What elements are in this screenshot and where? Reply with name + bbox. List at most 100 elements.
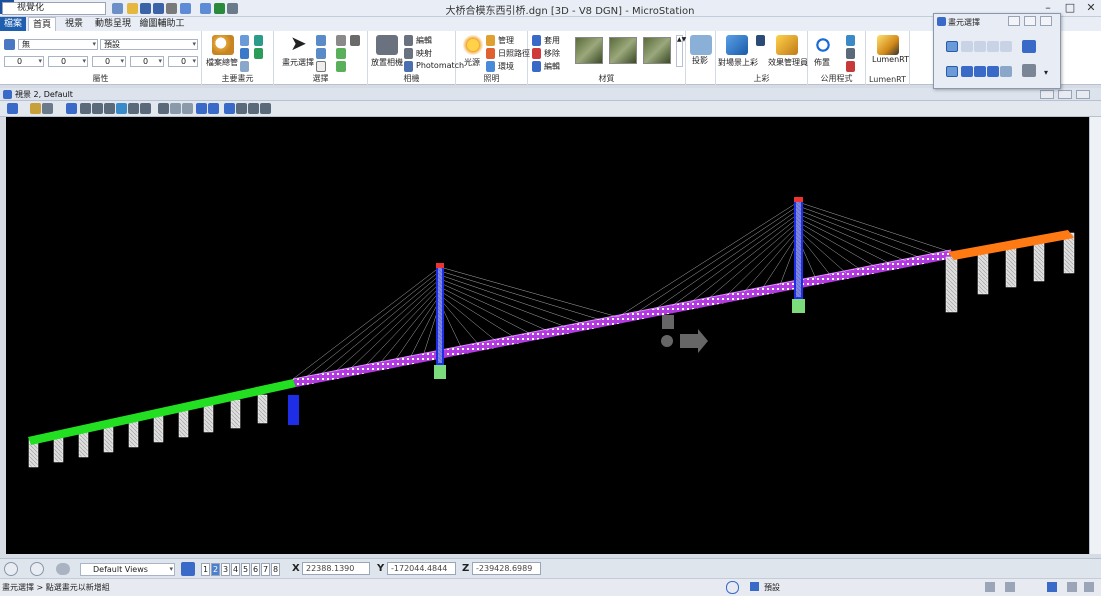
references-icon[interactable] xyxy=(254,48,263,59)
close-button[interactable]: ✕ xyxy=(1080,0,1101,16)
transparency-combo[interactable]: 0 xyxy=(130,56,164,67)
select-mode-add-icon[interactable] xyxy=(961,66,973,77)
selection-options-icon[interactable] xyxy=(1022,64,1036,77)
material-remove-icon[interactable] xyxy=(532,48,541,59)
select-line-icon[interactable] xyxy=(1000,41,1012,52)
redo-icon[interactable] xyxy=(200,3,211,14)
pin-icon[interactable] xyxy=(214,3,225,14)
render-settings-icon[interactable] xyxy=(756,35,765,46)
clip-mask-icon[interactable] xyxy=(236,103,247,114)
levels-icon[interactable] xyxy=(240,48,249,59)
cut-icon[interactable] xyxy=(350,35,360,46)
line-weight-combo[interactable]: 0 xyxy=(92,56,126,67)
group-icon[interactable] xyxy=(336,48,346,59)
copy-view-icon[interactable] xyxy=(196,103,207,114)
tab-view[interactable]: 視景 xyxy=(62,17,86,31)
dialog-minimize-button[interactable] xyxy=(1008,16,1020,26)
material-edit-label[interactable]: 編輯 xyxy=(544,61,560,72)
clip-volume-icon[interactable] xyxy=(224,103,235,114)
light-source-label[interactable]: 光源 xyxy=(464,57,480,68)
view-title-bar[interactable]: 視景 2, Default xyxy=(0,88,1101,101)
camera-map-label[interactable]: 映射 xyxy=(416,48,432,59)
view-group-combo[interactable]: Default Views xyxy=(80,563,175,576)
layout-label[interactable]: 佈置 xyxy=(814,57,830,68)
display-style-icon[interactable] xyxy=(30,103,41,114)
select-all-icon[interactable] xyxy=(316,35,326,46)
measure-status-icon[interactable] xyxy=(1005,582,1015,592)
material-swatch-1[interactable] xyxy=(575,37,603,64)
lock-icon[interactable] xyxy=(726,581,739,594)
effects-manager-label[interactable]: 效果管理員 xyxy=(768,57,808,68)
utility-tool-3-icon[interactable] xyxy=(846,61,855,72)
message-status-icon[interactable] xyxy=(1067,582,1077,592)
edit-status-icon[interactable] xyxy=(985,582,995,592)
material-remove-label[interactable]: 移除 xyxy=(544,48,560,59)
render-cube-icon[interactable] xyxy=(726,35,748,55)
save-status-icon[interactable] xyxy=(1047,582,1057,592)
material-swatch-3[interactable] xyxy=(643,37,671,64)
view-next-icon[interactable] xyxy=(182,103,193,114)
pan-view-icon[interactable] xyxy=(140,103,151,114)
workflow-selector[interactable]: 视覺化 xyxy=(2,2,106,15)
maximize-button[interactable]: □ xyxy=(1059,0,1081,16)
view-button-3[interactable]: 3 xyxy=(221,563,230,576)
level-combo[interactable]: 無 xyxy=(18,39,98,50)
view-settings-icon[interactable] xyxy=(42,103,53,114)
lumenrt-button-label[interactable]: LumenRT xyxy=(872,55,909,64)
view-restore-button[interactable] xyxy=(1058,90,1072,99)
view-button-2[interactable]: 2 xyxy=(211,563,220,576)
rotate-view-icon[interactable] xyxy=(128,103,139,114)
view-button-4[interactable]: 4 xyxy=(231,563,240,576)
view-attributes-icon[interactable] xyxy=(7,103,18,114)
ungroup-icon[interactable] xyxy=(336,61,346,72)
workspace-icon[interactable] xyxy=(112,3,123,14)
light-manage-label[interactable]: 管理 xyxy=(498,35,514,46)
utility-tool-1-icon[interactable] xyxy=(846,35,855,46)
zoom-out-icon[interactable] xyxy=(92,103,103,114)
save-icon[interactable] xyxy=(140,3,151,14)
rectangle-select-icon[interactable] xyxy=(316,61,326,72)
select-by-icon[interactable] xyxy=(336,35,346,46)
element-select-icon[interactable]: ➤ xyxy=(290,33,307,53)
explorer-icon[interactable] xyxy=(212,35,234,55)
open-folder-icon[interactable] xyxy=(127,3,138,14)
view-toggles-icon[interactable] xyxy=(208,103,219,114)
environment-label[interactable]: 環境 xyxy=(498,61,514,72)
view-close-button[interactable] xyxy=(1076,90,1090,99)
camera-view-icon[interactable] xyxy=(260,103,271,114)
viewport-scrollbar[interactable] xyxy=(1089,117,1101,554)
line-style-combo[interactable]: 0 xyxy=(48,56,88,67)
save-settings-icon[interactable] xyxy=(153,3,164,14)
select-mode-all-icon[interactable] xyxy=(1000,66,1012,77)
view-previous-icon[interactable] xyxy=(170,103,181,114)
zoom-in-icon[interactable] xyxy=(80,103,91,114)
priority-combo[interactable]: 0 xyxy=(168,56,198,67)
walk-icon[interactable] xyxy=(158,103,169,114)
select-mode-new-icon[interactable] xyxy=(946,66,958,77)
view-rotate-icon[interactable] xyxy=(248,103,259,114)
material-apply-label[interactable]: 套用 xyxy=(544,35,560,46)
photomatch-icon[interactable] xyxy=(404,61,413,72)
view-button-6[interactable]: 6 xyxy=(251,563,260,576)
models-icon[interactable] xyxy=(254,35,263,46)
select-shape-icon[interactable] xyxy=(974,41,986,52)
material-swatch-2[interactable] xyxy=(609,37,637,64)
cloud-icon[interactable] xyxy=(56,563,70,575)
tab-animation[interactable]: 動態呈現 xyxy=(92,17,134,31)
fit-view-icon[interactable] xyxy=(116,103,127,114)
dialog-restore-button[interactable] xyxy=(1024,16,1036,26)
utility-tool-2-icon[interactable] xyxy=(846,48,855,59)
z-coordinate-field[interactable]: -239428.6989 xyxy=(472,562,541,575)
viewport-canvas[interactable] xyxy=(6,117,1089,554)
select-block-icon[interactable] xyxy=(961,41,973,52)
select-mode-subtract-icon[interactable] xyxy=(974,66,986,77)
view-button-8[interactable]: 8 xyxy=(271,563,280,576)
projection-icon[interactable] xyxy=(690,35,712,55)
place-camera-label[interactable]: 放置相機 xyxy=(371,57,403,68)
layout-icon[interactable] xyxy=(812,35,834,55)
forward-icon[interactable] xyxy=(30,562,44,576)
environment-icon[interactable] xyxy=(486,61,495,72)
sun-path-icon[interactable] xyxy=(486,48,495,59)
back-icon[interactable] xyxy=(4,562,18,576)
lumenrt-icon[interactable] xyxy=(877,35,899,55)
